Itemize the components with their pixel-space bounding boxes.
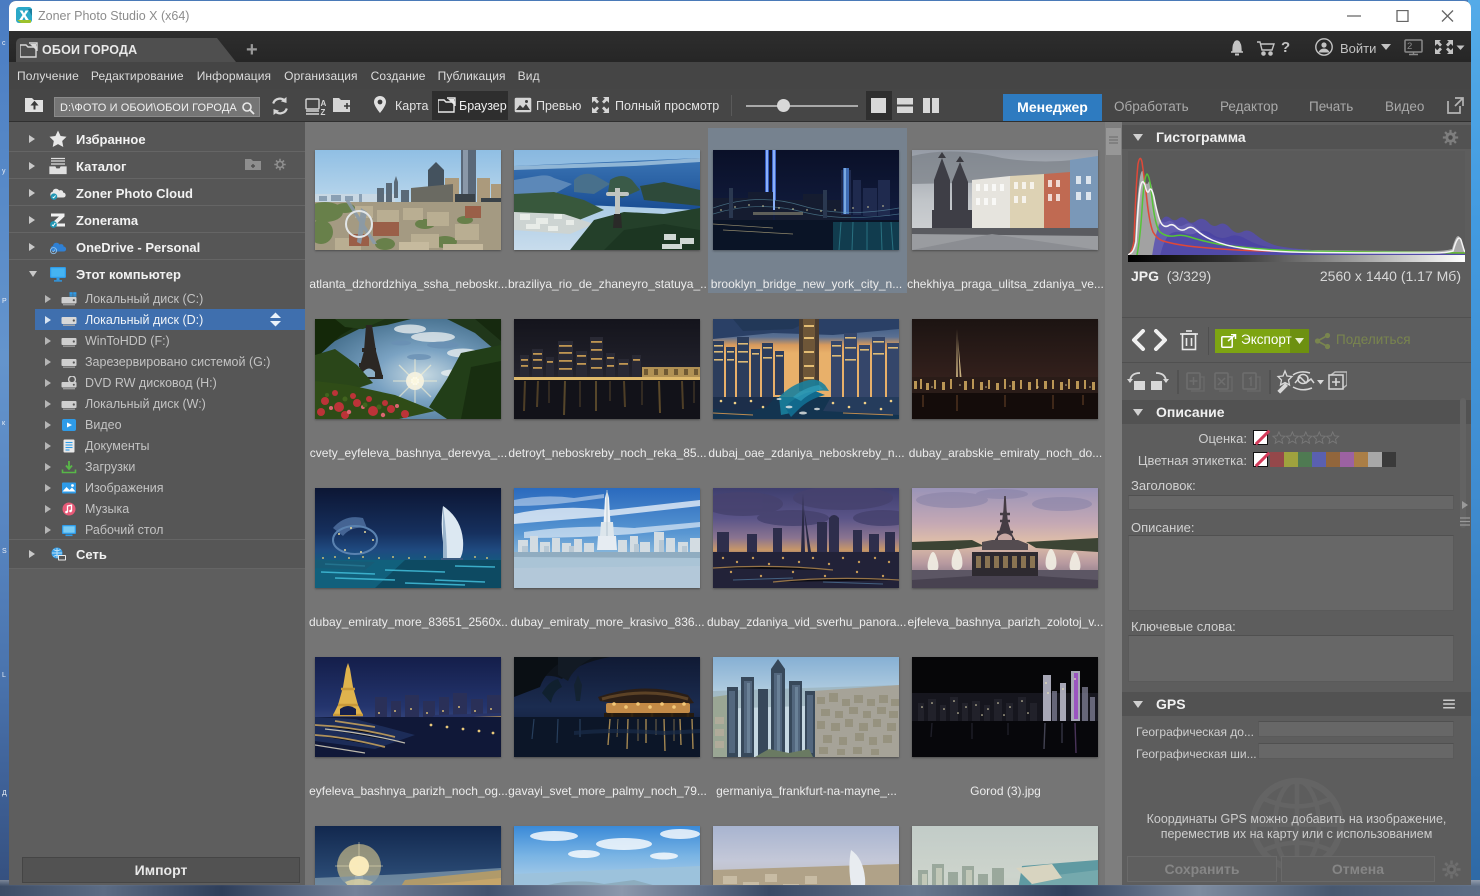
svg-text:A: A — [321, 99, 327, 108]
svg-text:Z: Z — [321, 108, 326, 116]
